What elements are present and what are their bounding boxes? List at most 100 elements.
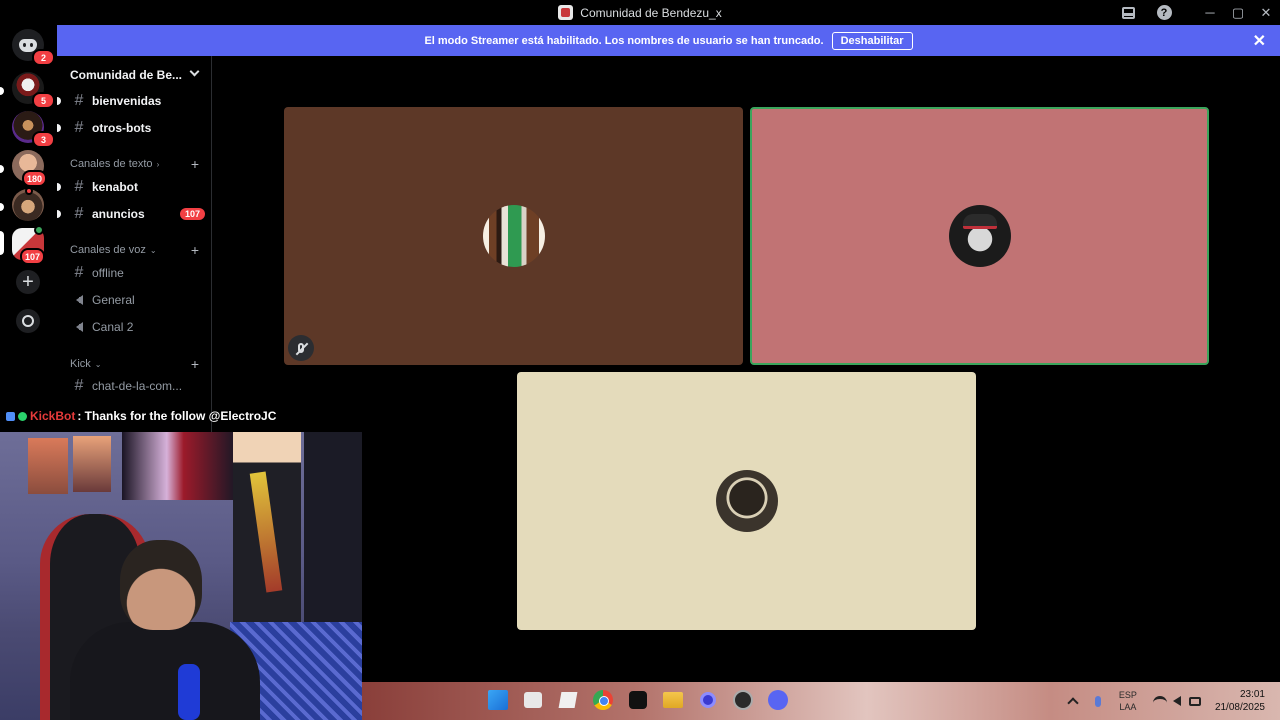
channel-label: chat-de-la-com... (92, 379, 183, 393)
add-channel-icon[interactable]: + (191, 356, 199, 372)
notes-app-button[interactable] (556, 688, 580, 712)
channel-bienvenidas[interactable]: # bienvenidas (57, 90, 205, 112)
task-view-button[interactable] (521, 688, 545, 712)
inbox-button[interactable] (1114, 0, 1142, 25)
dm-unread-badge: 2 (32, 49, 55, 66)
server-icon-1[interactable]: 5 (12, 72, 55, 109)
volume-icon[interactable] (1172, 696, 1181, 706)
capcut-app-button[interactable] (626, 688, 650, 712)
add-server-button[interactable]: + (16, 270, 40, 294)
webcam-poster (122, 432, 234, 500)
keyboard-layout: LAA (1119, 702, 1137, 712)
discord-app-button[interactable] (766, 688, 790, 712)
channel-label: Canal 2 (92, 320, 134, 334)
battery-icon[interactable] (1188, 696, 1201, 706)
selected-server-indicator (0, 231, 4, 255)
unread-indicator (57, 97, 61, 105)
category-text-channels[interactable]: Canales de texto › + (70, 156, 205, 172)
language-indicator[interactable]: ESP LAA (1119, 689, 1137, 713)
file-explorer-button[interactable] (661, 688, 685, 712)
category-kick[interactable]: Kick ⌄ + (70, 356, 205, 372)
notes-icon (558, 692, 578, 708)
server-icon-selected[interactable]: 107 (12, 225, 46, 265)
webcam-streamer-body (70, 622, 260, 720)
participant-tile-1[interactable] (284, 107, 743, 365)
minimize-button[interactable]: ─ (1196, 0, 1224, 25)
server-badge-2: 3 (32, 131, 55, 148)
category-label: Canales de texto (70, 158, 153, 170)
channel-label: General (92, 293, 135, 307)
hash-icon: # (74, 178, 84, 195)
category-voice-channels[interactable]: Canales de voz ⌄ + (70, 242, 205, 258)
clock[interactable]: 23:01 21/08/2025 (1215, 688, 1265, 714)
channel-kenabot[interactable]: # kenabot (57, 176, 205, 198)
clock-time: 23:01 (1239, 689, 1265, 700)
hash-icon: # (74, 92, 84, 109)
close-window-button[interactable]: ✕ (1252, 0, 1280, 25)
direct-messages-button[interactable]: 2 (12, 29, 55, 66)
chat-message: : Thanks for the follow @ElectroJC (77, 409, 277, 423)
hash-icon: # (74, 264, 84, 281)
voice-channel-general[interactable]: General (70, 289, 205, 311)
channel-label: bienvenidas (92, 94, 162, 108)
obs-icon (733, 690, 753, 710)
start-button[interactable] (486, 688, 510, 712)
inbox-icon (1121, 6, 1135, 19)
voice-channel-canal-2[interactable]: Canal 2 (70, 316, 205, 338)
channel-offline[interactable]: # offline (70, 262, 205, 284)
channel-anuncios[interactable]: # anuncios 107 (57, 203, 205, 225)
channel-sidebar: Comunidad de Be... # bienvenidas # otros… (57, 56, 212, 435)
microphone-icon[interactable] (1094, 695, 1101, 707)
channel-label: kenabot (92, 180, 139, 194)
chrome-app-button[interactable] (591, 688, 615, 712)
window-title-group: Comunidad de Bendezu_x (558, 5, 722, 20)
app-button[interactable] (696, 688, 720, 712)
show-hidden-icons-button[interactable] (1067, 697, 1079, 709)
webcam-poster (73, 436, 111, 492)
wifi-icon[interactable] (1152, 696, 1167, 706)
guild-header[interactable]: Comunidad de Be... (57, 56, 211, 94)
channel-label: anuncios (92, 207, 145, 221)
hash-icon: # (74, 205, 84, 222)
hash-icon: # (74, 377, 84, 394)
server-icon-2[interactable]: 3 (12, 111, 55, 148)
explore-servers-button[interactable] (16, 309, 40, 333)
title-bar: Comunidad de Bendezu_x ? ─ ▢ ✕ (0, 0, 1280, 25)
participant-tile-2-speaking[interactable] (750, 107, 1209, 365)
webcam-microphone (178, 664, 200, 720)
speaker-icon (70, 295, 88, 305)
participant-tile-3[interactable] (517, 372, 976, 630)
add-channel-icon[interactable]: + (191, 242, 199, 258)
add-channel-icon[interactable]: + (191, 156, 199, 172)
channel-label: otros-bots (92, 121, 152, 135)
voice-call-stage (213, 56, 1280, 682)
compass-icon (22, 315, 34, 327)
channel-chat-de-la-comunidad[interactable]: # chat-de-la-com... (70, 375, 205, 397)
participant-avatar (948, 205, 1011, 267)
server-icon-3[interactable]: 180 (12, 150, 48, 187)
unread-indicator (57, 124, 61, 132)
server-icon-4[interactable] (12, 187, 44, 221)
close-banner-icon[interactable]: ✕ (1253, 31, 1266, 51)
channel-otros-bots[interactable]: # otros-bots (57, 117, 205, 139)
verified-badge-icon (18, 411, 27, 421)
capcut-icon (629, 691, 647, 709)
webcam-overlay (0, 432, 362, 720)
server-unread-indicator (0, 87, 4, 95)
streamer-mode-banner: El modo Streamer está habilitado. Los no… (57, 25, 1280, 56)
chrome-icon (593, 690, 613, 710)
disable-streamer-mode-button[interactable]: Deshabilitar (831, 31, 913, 50)
server-alert-dot (25, 187, 33, 195)
chat-username: KickBot (30, 409, 76, 423)
folder-icon (663, 692, 683, 708)
server-rail: 2 5 3 180 107 + (0, 25, 57, 435)
language-code: ESP (1118, 690, 1137, 700)
window-title: Comunidad de Bendezu_x (580, 5, 722, 20)
guild-name: Comunidad de Be... (70, 68, 183, 82)
help-button[interactable]: ? (1150, 0, 1178, 25)
obs-app-button[interactable] (731, 688, 755, 712)
chevron-down-icon (189, 66, 200, 77)
maximize-button[interactable]: ▢ (1224, 0, 1252, 25)
server-badge-1: 5 (32, 92, 55, 109)
category-label: Kick (70, 358, 91, 370)
